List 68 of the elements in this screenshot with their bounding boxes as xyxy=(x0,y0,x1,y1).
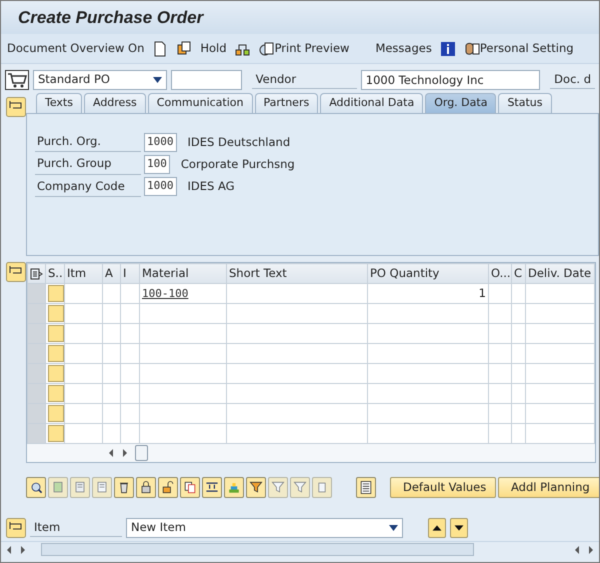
status-indicator xyxy=(48,325,64,342)
scroll-right-icon[interactable] xyxy=(19,544,27,554)
toolbar-button[interactable]: Personal Setting xyxy=(464,40,574,58)
tab[interactable]: Communication xyxy=(148,93,252,113)
document-list-icon[interactable] xyxy=(356,477,376,498)
toolbar-button[interactable]: Hold xyxy=(200,40,227,58)
scroll-left-icon[interactable] xyxy=(107,448,115,458)
action-button[interactable]: Default Values xyxy=(390,477,496,498)
status-indicator xyxy=(48,285,64,302)
scroll-left-icon[interactable] xyxy=(5,544,13,554)
collapse-icon[interactable] xyxy=(6,518,26,538)
details-icon[interactable] xyxy=(26,477,46,498)
field-label: Purch. Group xyxy=(35,154,141,174)
field-description: IDES AG xyxy=(188,178,235,195)
scrollbar-thumb[interactable] xyxy=(135,445,148,461)
collapse-icon[interactable] xyxy=(6,262,26,282)
item-label: Item xyxy=(30,518,122,538)
previous-item-button[interactable] xyxy=(428,518,446,538)
field-description: Corporate Purchsng xyxy=(180,156,295,173)
toolbar-button[interactable]: Print Preview xyxy=(258,40,350,58)
document-copy-icon[interactable] xyxy=(176,40,192,56)
status-indicator xyxy=(48,365,64,382)
vendor-label: Vendor xyxy=(252,70,357,90)
collapse-icon[interactable] xyxy=(6,97,26,117)
quantity-cell: 1 xyxy=(478,286,486,300)
field-label: Purch. Org. xyxy=(35,132,141,152)
status-indicator xyxy=(48,385,64,402)
copy-icon[interactable] xyxy=(180,477,200,498)
caret-icon[interactable] xyxy=(389,525,398,531)
filter-icon[interactable] xyxy=(246,477,266,498)
code-field[interactable]: 1000 xyxy=(144,132,176,152)
vendor-field[interactable]: 1000 Technology Inc xyxy=(360,70,540,90)
code-field[interactable]: 100 xyxy=(144,154,170,174)
status-indicator xyxy=(48,405,64,422)
cart-icon[interactable] xyxy=(5,70,29,90)
tab[interactable]: Partners xyxy=(254,93,318,113)
print-preview-icon[interactable] xyxy=(258,40,275,56)
scrollbar-thumb[interactable] xyxy=(41,543,474,556)
column-header[interactable]: I xyxy=(123,266,126,280)
tab[interactable]: Address xyxy=(84,93,146,113)
column-settings-icon[interactable] xyxy=(30,268,43,280)
new-document-icon[interactable] xyxy=(152,40,168,56)
tab[interactable]: Status xyxy=(498,93,552,113)
toolbar-button[interactable]: Document Overview On xyxy=(7,40,144,58)
document-type-dropdown[interactable]: Standard PO xyxy=(33,70,167,90)
unlock-icon[interactable] xyxy=(158,477,178,498)
action-button[interactable]: Addl Planning xyxy=(498,477,599,498)
next-item-button[interactable] xyxy=(450,518,468,538)
field-description: IDES Deutschland xyxy=(188,134,290,150)
item-dropdown[interactable]: New Item xyxy=(126,518,403,538)
tab[interactable]: Org. Data xyxy=(425,93,496,113)
scroll-right-icon[interactable] xyxy=(587,544,595,554)
scroll-left-icon[interactable] xyxy=(573,544,581,554)
delete-icon[interactable] xyxy=(114,477,134,498)
input-field[interactable] xyxy=(170,70,242,90)
info-icon[interactable] xyxy=(440,40,456,56)
caret-icon[interactable] xyxy=(152,77,162,83)
field-label: Company Code xyxy=(35,176,141,197)
code-field[interactable]: 1000 xyxy=(144,177,176,196)
tab[interactable]: Additional Data xyxy=(320,93,424,113)
tab[interactable]: Texts xyxy=(36,93,82,113)
lock-icon[interactable] xyxy=(136,477,156,498)
status-indicator xyxy=(48,345,64,362)
status-indicator xyxy=(48,425,64,442)
toolbar-button[interactable]: Messages xyxy=(375,40,432,58)
status-indicator xyxy=(48,305,64,322)
scroll-right-icon[interactable] xyxy=(121,448,129,458)
document-date-label: Doc. d xyxy=(550,70,595,90)
